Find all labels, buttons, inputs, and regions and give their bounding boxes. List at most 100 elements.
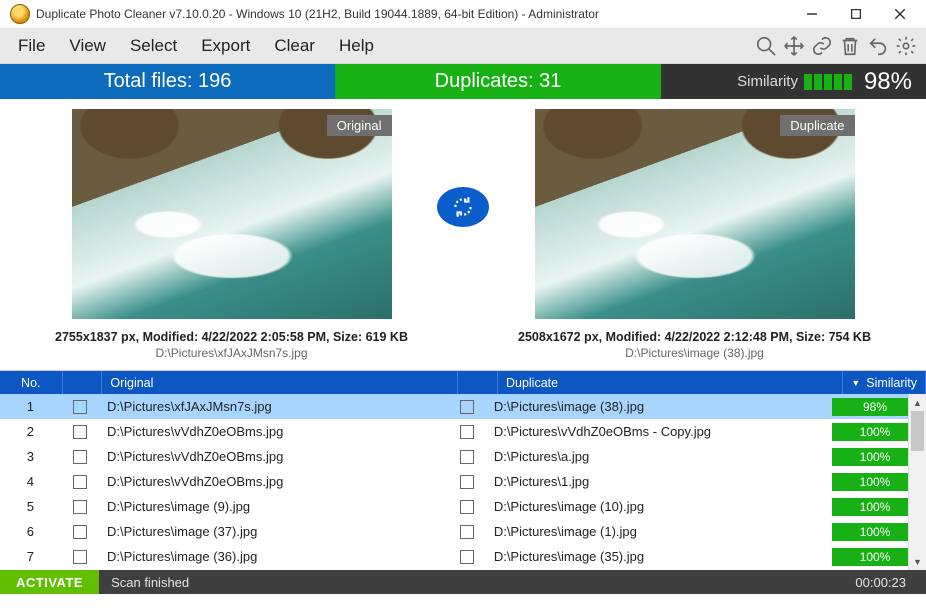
orig-checkbox[interactable] bbox=[61, 469, 99, 494]
scan-time: 00:00:23 bbox=[835, 575, 926, 590]
original-tag: Original bbox=[327, 115, 392, 136]
original-meta: 2755x1837 px, Modified: 4/22/2022 2:05:5… bbox=[0, 330, 463, 344]
dup-path: D:\Pictures\a.jpg bbox=[486, 444, 824, 469]
menu-export[interactable]: Export bbox=[189, 36, 262, 56]
col-similarity[interactable]: ▼Similarity bbox=[843, 371, 926, 394]
similarity-badge: 100% bbox=[832, 548, 918, 566]
similarity-label: Similarity bbox=[737, 73, 798, 90]
table-row[interactable]: 6 D:\Pictures\image (37).jpg D:\Pictures\i… bbox=[0, 519, 926, 544]
menu-clear[interactable]: Clear bbox=[262, 36, 327, 56]
activate-button[interactable]: ACTIVATE bbox=[0, 570, 99, 594]
menu-view[interactable]: View bbox=[57, 36, 118, 56]
table-row[interactable]: 1D:\Pictures\xfJAxJMsn7s.jpgD:\Pictures\… bbox=[0, 394, 926, 419]
original-path: D:\Pictures\xfJAxJMsn7s.jpg bbox=[0, 346, 463, 360]
swap-button[interactable] bbox=[437, 187, 489, 227]
orig-checkbox[interactable] bbox=[61, 444, 99, 469]
move-icon[interactable] bbox=[780, 32, 808, 60]
trash-icon[interactable] bbox=[836, 32, 864, 60]
summary-banner: Total files: 196 Duplicates: 31 Similari… bbox=[0, 64, 926, 99]
dup-checkbox[interactable] bbox=[447, 544, 485, 569]
orig-checkbox[interactable] bbox=[61, 494, 99, 519]
orig-path: D:\Pictures\vVdhZ0eOBms.jpg bbox=[99, 419, 447, 444]
scroll-down-icon[interactable]: ▼ bbox=[909, 553, 926, 570]
similarity-badge: 100% bbox=[832, 498, 918, 516]
menu-select[interactable]: Select bbox=[118, 36, 189, 56]
table-row[interactable]: 3D:\Pictures\vVdhZ0eOBms.jpgD:\Pictures\… bbox=[0, 444, 926, 469]
duplicates-label: Duplicates: 31 bbox=[435, 70, 562, 93]
dup-checkbox[interactable] bbox=[447, 494, 485, 519]
col-no[interactable]: No. bbox=[0, 371, 63, 394]
title-bar: Duplicate Photo Cleaner v7.10.0.20 - Win… bbox=[0, 0, 926, 29]
similarity-badge: 100% bbox=[832, 448, 918, 466]
original-preview: Original 2755x1837 px, Modified: 4/22/20… bbox=[0, 109, 463, 360]
dup-path: D:\Pictures\vVdhZ0eOBms - Copy.jpg bbox=[486, 419, 824, 444]
scroll-thumb[interactable] bbox=[911, 411, 924, 451]
total-files-label: Total files: 196 bbox=[104, 70, 232, 93]
row-no: 4 bbox=[0, 469, 61, 494]
duplicate-preview: Duplicate 2508x1672 px, Modified: 4/22/2… bbox=[463, 109, 926, 360]
scroll-up-icon[interactable]: ▲ bbox=[909, 394, 926, 411]
dup-checkbox[interactable] bbox=[447, 519, 485, 544]
dup-checkbox[interactable] bbox=[447, 469, 485, 494]
sort-desc-icon: ▼ bbox=[851, 378, 860, 388]
vertical-scrollbar[interactable]: ▲ ▼ bbox=[908, 394, 926, 570]
table-row[interactable]: 5D:\Pictures\image (9).jpgD:\Pictures\im… bbox=[0, 494, 926, 519]
orig-path: D:\Pictures\image (37).jpg bbox=[99, 519, 447, 544]
minimize-button[interactable] bbox=[790, 0, 834, 28]
orig-path: D:\Pictures\vVdhZ0eOBms.jpg bbox=[99, 469, 447, 494]
table-row[interactable]: 4 D:\Pictures\vVdhZ0eOBms.jpg D:\Pictures\… bbox=[0, 469, 926, 494]
search-icon[interactable] bbox=[752, 32, 780, 60]
window-title: Duplicate Photo Cleaner v7.10.0.20 - Win… bbox=[36, 7, 790, 21]
duplicate-image[interactable] bbox=[535, 109, 855, 319]
dup-path: D:\Pictures\1.jpg bbox=[486, 469, 824, 494]
dup-path: D:\Pictures\image (35).jpg bbox=[486, 544, 824, 569]
similarity-badge: 100% bbox=[832, 423, 918, 441]
orig-path: D:\Pictures\vVdhZ0eOBms.jpg bbox=[99, 444, 447, 469]
link-icon[interactable] bbox=[808, 32, 836, 60]
app-icon bbox=[10, 4, 30, 24]
menu-help[interactable]: Help bbox=[327, 36, 386, 56]
row-no: 2 bbox=[0, 419, 61, 444]
dup-checkbox[interactable] bbox=[447, 394, 485, 419]
similarity-badge: 98% bbox=[832, 398, 918, 416]
orig-checkbox[interactable] bbox=[61, 544, 99, 569]
row-no: 1 bbox=[0, 394, 61, 419]
results-grid: No. Original Duplicate ▼Similarity 1 D:\P… bbox=[0, 371, 926, 570]
orig-path: D:\Pictures\image (36).jpg bbox=[99, 544, 447, 569]
col-check-dup[interactable] bbox=[458, 371, 498, 394]
menu-bar: File View Select Export Clear Help bbox=[0, 29, 926, 64]
col-check-orig[interactable] bbox=[63, 371, 103, 394]
col-original[interactable]: Original bbox=[102, 371, 458, 394]
similarity-percent: 98% bbox=[864, 68, 912, 96]
row-no: 6 bbox=[0, 519, 61, 544]
close-button[interactable] bbox=[878, 0, 922, 28]
col-duplicate[interactable]: Duplicate bbox=[498, 371, 843, 394]
dup-checkbox[interactable] bbox=[447, 419, 485, 444]
grid-header: No. Original Duplicate ▼Similarity bbox=[0, 371, 926, 394]
compare-panel: Original 2755x1837 px, Modified: 4/22/20… bbox=[0, 99, 926, 371]
maximize-button[interactable] bbox=[834, 0, 878, 28]
similarity-badge: 100% bbox=[832, 523, 918, 541]
orig-path: D:\Pictures\xfJAxJMsn7s.jpg bbox=[99, 394, 447, 419]
table-row[interactable]: 7 D:\Pictures\image (36).jpg D:\Pictures\i… bbox=[0, 544, 926, 569]
original-image[interactable] bbox=[72, 109, 392, 319]
status-bar: ACTIVATE Scan finished 00:00:23 bbox=[0, 570, 926, 594]
row-no: 5 bbox=[0, 494, 61, 519]
duplicate-meta: 2508x1672 px, Modified: 4/22/2022 2:12:4… bbox=[463, 330, 926, 344]
duplicate-path: D:\Pictures\image (38).jpg bbox=[463, 346, 926, 360]
dup-path: D:\Pictures\image (1).jpg bbox=[486, 519, 824, 544]
grid-body: 1D:\Pictures\xfJAxJMsn7s.jpgD:\Pictures\… bbox=[0, 394, 926, 570]
status-message: Scan finished bbox=[99, 575, 835, 590]
gear-icon[interactable] bbox=[892, 32, 920, 60]
orig-checkbox[interactable] bbox=[61, 519, 99, 544]
undo-icon[interactable] bbox=[864, 32, 892, 60]
similarity-bars-icon bbox=[804, 74, 852, 90]
dup-checkbox[interactable] bbox=[447, 444, 485, 469]
table-row[interactable]: 2 D:\Pictures\vVdhZ0eOBms.jpg D:\Pictures\… bbox=[0, 419, 926, 444]
menu-file[interactable]: File bbox=[6, 36, 57, 56]
orig-checkbox[interactable] bbox=[61, 419, 99, 444]
duplicate-tag: Duplicate bbox=[780, 115, 854, 136]
row-no: 7 bbox=[0, 544, 61, 569]
orig-checkbox[interactable] bbox=[61, 394, 99, 419]
similarity-badge: 100% bbox=[832, 473, 918, 491]
